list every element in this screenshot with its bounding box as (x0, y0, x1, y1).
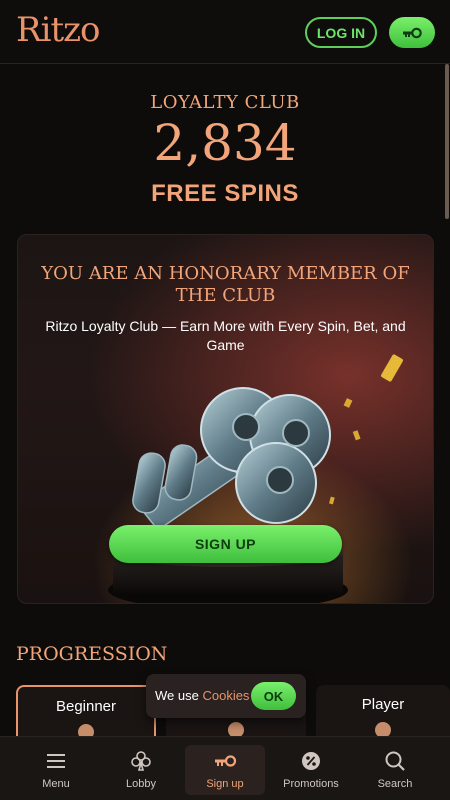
promo-title: YOU ARE AN HONORARY MEMBER OF THE CLUB (41, 263, 410, 306)
progression-title: PROGRESSION (16, 643, 168, 665)
nav-lobby[interactable]: Lobby (95, 745, 187, 795)
nav-lobby-label: Lobby (126, 778, 156, 790)
cookie-text: We use Cookies (155, 688, 249, 703)
free-spins-count: 2,834 (153, 114, 297, 172)
loyalty-club-label: LOYALTY CLUB (150, 92, 300, 113)
nav-promotions-label: Promotions (283, 778, 339, 790)
top-header: Ritzo LOG IN (0, 0, 450, 64)
signup-button[interactable]: SIGN UP (109, 525, 342, 563)
signup-key-button[interactable] (389, 17, 435, 48)
nav-search[interactable]: Search (354, 745, 436, 795)
nav-promotions[interactable]: Promotions (268, 745, 354, 795)
tier-name: Player (361, 696, 405, 713)
cookie-message: We use (155, 688, 199, 703)
loyalty-promo-card: YOU ARE AN HONORARY MEMBER OF THE CLUB R… (17, 234, 434, 604)
club-icon (131, 751, 151, 771)
tier-name: Beginner (55, 698, 117, 715)
bottom-nav: Menu Lobby Sign up Promotions Search (0, 736, 450, 800)
key-icon (403, 27, 422, 38)
key-icon (215, 755, 237, 767)
nav-menu[interactable]: Menu (10, 745, 102, 795)
nav-signup-label: Sign up (206, 778, 244, 790)
nav-search-label: Search (377, 778, 413, 790)
nav-menu-label: Menu (42, 778, 70, 790)
cookie-ok-button[interactable]: OK (251, 682, 296, 710)
free-spins-label: FREE SPINS (151, 180, 299, 207)
menu-icon (47, 754, 65, 768)
nav-signup[interactable]: Sign up (185, 745, 265, 795)
ritzo-logo[interactable]: Ritzo (16, 10, 101, 50)
promo-subtitle: Ritzo Loyalty Club — Earn More with Ever… (45, 318, 406, 353)
login-button[interactable]: LOG IN (305, 17, 377, 48)
cookies-link[interactable]: Cookies (202, 688, 249, 703)
search-icon (385, 751, 405, 771)
cookie-notice: We use Cookies OK (146, 674, 306, 718)
promotions-icon (302, 752, 320, 770)
